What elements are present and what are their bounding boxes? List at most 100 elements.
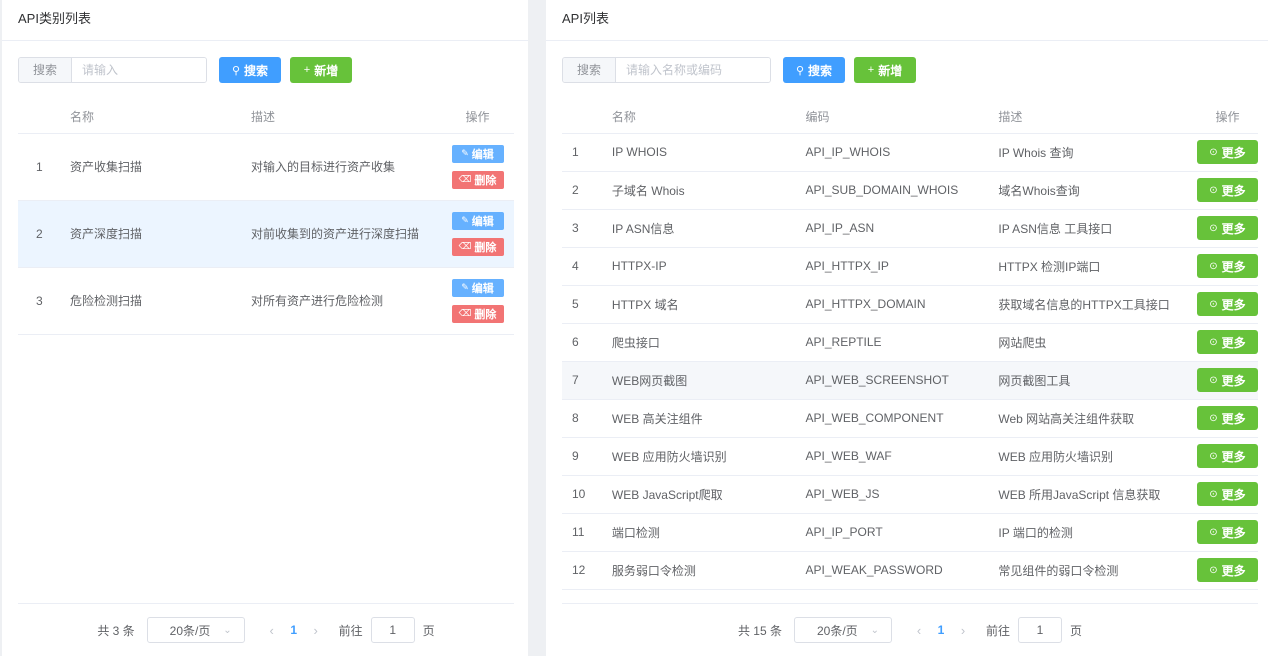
table-row[interactable]: 1 资产收集扫描 对输入的目标进行资产收集 ✎ 编辑 ⌫ 删除 (18, 133, 514, 201)
prev-page-icon[interactable]: ‹ (261, 623, 283, 638)
panel-title: API类别列表 (2, 0, 528, 41)
row-index: 8 (562, 399, 612, 438)
row-desc: IP Whois 查询 (998, 133, 1197, 172)
add-button[interactable]: + 新增 (290, 57, 353, 83)
row-desc: WEB 应用防火墙识别 (998, 437, 1197, 476)
more-button[interactable]: ⊙ 更多 (1196, 330, 1258, 354)
table-row[interactable]: 9 WEB 应用防火墙识别 API_WEB_WAF WEB 应用防火墙识别 ⊙ 更多 (562, 437, 1258, 476)
row-code: API_WEB_WAF (805, 437, 999, 476)
table-row[interactable]: 8 WEB 高关注组件 API_WEB_COMPONENT Web 网站高关注组件获取… (562, 399, 1258, 438)
delete-button[interactable]: ⌫ 删除 (451, 304, 504, 323)
more-button[interactable]: ⊙ 更多 (1196, 178, 1258, 202)
goto-page-input[interactable] (1018, 617, 1063, 643)
page-number-current[interactable]: 1 (283, 623, 305, 637)
goto-page-suffix: 页 (1070, 623, 1083, 638)
edit-button[interactable]: ✎ 编辑 (451, 144, 504, 163)
row-actions: ✎ 编辑 ⌫ 删除 (441, 267, 514, 335)
column-header-index (18, 100, 70, 134)
page-size-select[interactable]: 20条/页 ⌄ (146, 617, 245, 643)
row-actions: ⊙ 更多 (1196, 361, 1258, 400)
row-index: 1 (18, 133, 70, 201)
row-index: 12 (562, 551, 612, 590)
table-row[interactable]: 7 WEB网页截图 API_WEB_SCREENSHOT 网页截图工具 ⊙ 更多 (562, 361, 1258, 400)
edit-icon: ✎ (461, 282, 469, 292)
table-row[interactable]: 2 资产深度扫描 对前收集到的资产进行深度扫描 ✎ 编辑 ⌫ 删除 (18, 200, 514, 268)
more-icon: ⊙ (1209, 412, 1218, 424)
row-desc: IP ASN信息 工具接口 (998, 209, 1197, 248)
row-code: API_HTTPX_DOMAIN (805, 285, 999, 324)
page-size-select[interactable]: 20条/页 ⌄ (794, 617, 892, 643)
more-button[interactable]: ⊙ 更多 (1196, 482, 1258, 506)
search-input[interactable] (616, 58, 771, 82)
search-input[interactable] (72, 58, 207, 82)
toolbar: 搜索 ⚲ 搜索 + 新增 (562, 57, 917, 83)
more-button-label: 更多 (1221, 259, 1246, 274)
row-name: 子域名 Whois (611, 171, 806, 210)
more-button[interactable]: ⊙ 更多 (1196, 520, 1258, 544)
row-desc: 对输入的目标进行资产收集 (251, 133, 441, 201)
delete-button-label: 删除 (474, 174, 497, 187)
row-name: WEB 应用防火墙识别 (611, 437, 806, 476)
row-actions: ⊙ 更多 (1196, 551, 1258, 590)
trash-icon: ⌫ (458, 308, 472, 318)
table-row[interactable]: 1 IP WHOIS API_IP_WHOIS IP Whois 查询 ⊙ 更多 (562, 133, 1258, 172)
page-number-current[interactable]: 1 (930, 623, 952, 637)
row-actions: ⊙ 更多 (1196, 399, 1258, 438)
row-name: 爬虫接口 (611, 323, 806, 362)
row-index: 2 (562, 171, 612, 210)
api-table-scroll[interactable]: 名称 编码 描述 操作 1 IP WHOIS API_IP_WHOIS IP Whoi… (562, 100, 1258, 604)
row-actions: ✎ 编辑 ⌫ 删除 (441, 200, 514, 268)
row-actions: ⊙ 更多 (1196, 323, 1258, 362)
search-label: 搜索 (19, 58, 73, 82)
table-row[interactable]: 11 端口检测 API_IP_PORT IP 端口的检测 ⊙ 更多 (562, 513, 1258, 552)
row-code: API_REPTILE (805, 323, 999, 362)
table-row[interactable]: 3 危险检测扫描 对所有资产进行危险检测 ✎ 编辑 ⌫ 删除 (18, 267, 514, 335)
row-code: API_WEAK_PASSWORD (805, 551, 999, 590)
table-row[interactable]: 2 子域名 Whois API_SUB_DOMAIN_WHOIS 域名Whois查询 ⊙… (562, 171, 1258, 210)
row-desc: 网站爬虫 (998, 323, 1197, 362)
goto-page-input[interactable] (370, 617, 415, 643)
column-header-desc: 描述 (998, 100, 1197, 134)
row-name: WEB 高关注组件 (611, 399, 806, 438)
delete-button[interactable]: ⌫ 删除 (451, 170, 504, 189)
row-index: 2 (18, 200, 70, 268)
edit-button[interactable]: ✎ 编辑 (451, 211, 504, 230)
add-button[interactable]: + 新增 (854, 57, 917, 83)
row-name: IP ASN信息 (611, 209, 806, 248)
pagination: 共 15 条 20条/页 ⌄ ‹ 1 › 前往 页 (562, 603, 1258, 656)
next-page-icon[interactable]: › (952, 623, 974, 638)
pagination-total: 共 15 条 (737, 623, 782, 638)
table-row[interactable]: 4 HTTPX-IP API_HTTPX_IP HTTPX 检测IP端口 ⊙ 更多 (562, 247, 1258, 286)
table-row[interactable]: 3 IP ASN信息 API_IP_ASN IP ASN信息 工具接口 ⊙ 更多 (562, 209, 1258, 248)
search-button[interactable]: ⚲ 搜索 (219, 57, 282, 83)
more-button[interactable]: ⊙ 更多 (1196, 254, 1258, 278)
delete-button[interactable]: ⌫ 删除 (451, 237, 504, 256)
more-button[interactable]: ⊙ 更多 (1196, 292, 1258, 316)
prev-page-icon[interactable]: ‹ (908, 623, 930, 638)
table-row[interactable]: 6 爬虫接口 API_REPTILE 网站爬虫 ⊙ 更多 (562, 323, 1258, 362)
table-header: 名称 描述 操作 (18, 100, 514, 134)
row-actions: ⊙ 更多 (1196, 209, 1258, 248)
more-button[interactable]: ⊙ 更多 (1196, 406, 1258, 430)
delete-button-label: 删除 (474, 308, 497, 321)
edit-button[interactable]: ✎ 编辑 (451, 278, 504, 297)
table-row[interactable]: 10 WEB JavaScript爬取 API_WEB_JS WEB 所用JavaSc… (562, 475, 1258, 514)
table-row[interactable]: 12 服务弱口令检测 API_WEAK_PASSWORD 常见组件的弱口令检测 ⊙ 更多 (562, 551, 1258, 590)
table-row[interactable]: 5 HTTPX 域名 API_HTTPX_DOMAIN 获取域名信息的HTTPX工具接… (562, 285, 1258, 324)
row-name: 端口检测 (611, 513, 806, 552)
search-button[interactable]: ⚲ 搜索 (783, 57, 846, 83)
row-name: HTTPX 域名 (611, 285, 806, 324)
row-desc: 获取域名信息的HTTPX工具接口 (998, 285, 1197, 324)
column-header-actions: 操作 (1196, 100, 1258, 134)
more-button[interactable]: ⊙ 更多 (1196, 368, 1258, 392)
row-desc: 对前收集到的资产进行深度扫描 (251, 200, 441, 268)
more-button[interactable]: ⊙ 更多 (1196, 444, 1258, 468)
row-desc: 常见组件的弱口令检测 (998, 551, 1197, 590)
panel-title: API列表 (546, 0, 1268, 41)
more-button[interactable]: ⊙ 更多 (1196, 216, 1258, 240)
row-name: IP WHOIS (611, 133, 806, 172)
more-button[interactable]: ⊙ 更多 (1196, 558, 1258, 582)
next-page-icon[interactable]: › (305, 623, 327, 638)
row-index: 3 (18, 267, 70, 335)
more-button[interactable]: ⊙ 更多 (1196, 140, 1258, 164)
